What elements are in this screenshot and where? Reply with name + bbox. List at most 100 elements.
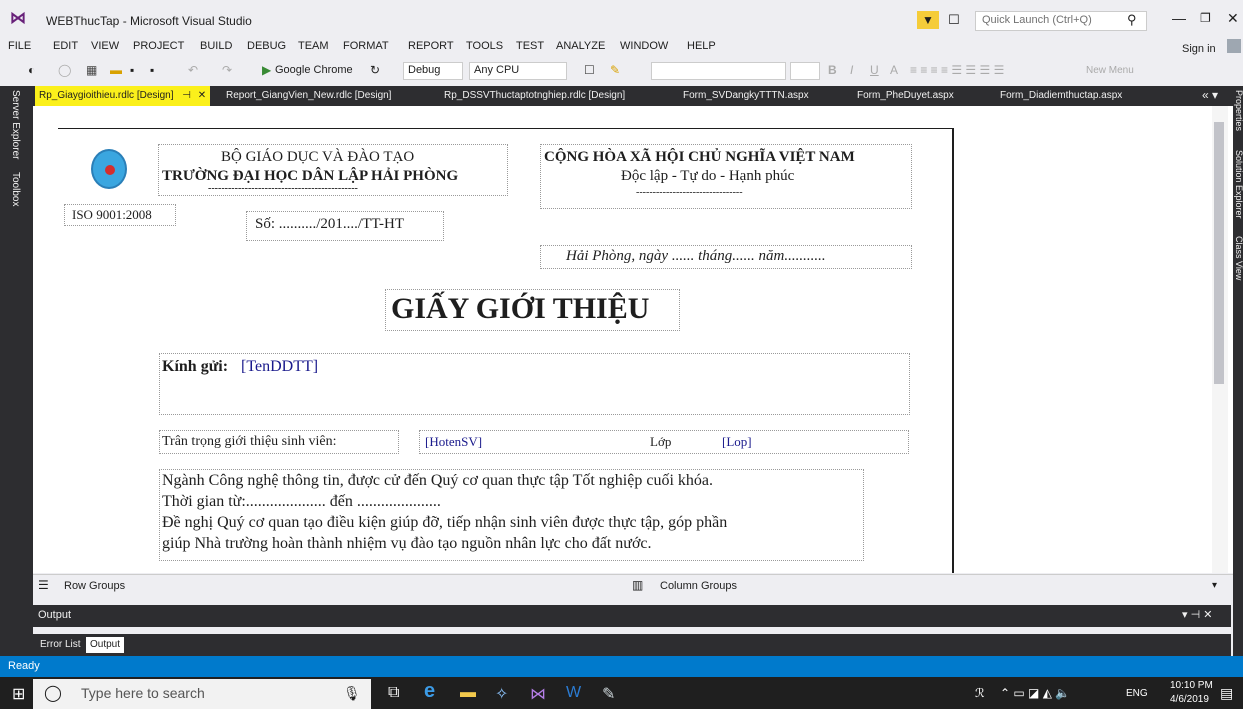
pin-icon[interactable]: ⊣ bbox=[182, 90, 191, 101]
student-field: [HotenSV] bbox=[425, 434, 483, 449]
menu-window[interactable]: WINDOW bbox=[620, 40, 668, 52]
row-groups-label[interactable]: Row Groups bbox=[64, 580, 125, 592]
people-icon[interactable]: ℛ bbox=[975, 686, 985, 700]
body-line-4: giúp Nhà trường hoàn thành nhiệm vụ đào … bbox=[162, 535, 652, 552]
paint-icon[interactable]: ✎ bbox=[602, 684, 615, 704]
menu-report[interactable]: REPORT bbox=[408, 40, 454, 52]
close-button[interactable]: ✕ bbox=[1227, 10, 1239, 27]
find-icon[interactable]: ☐ bbox=[584, 63, 595, 77]
menu-team[interactable]: TEAM bbox=[298, 40, 329, 52]
new-project-icon[interactable]: ▦ bbox=[86, 63, 97, 77]
start-debug-icon[interactable]: ▶ bbox=[262, 63, 271, 77]
align-icons[interactable]: ≡ ≡ ≡ ≡ ☰ ☰ ☰ ☰ bbox=[910, 63, 1004, 77]
edge-browser-icon[interactable]: e bbox=[424, 680, 435, 703]
task-view-icon[interactable]: ⧉ bbox=[388, 684, 399, 702]
language-indicator[interactable]: ENG bbox=[1126, 688, 1148, 699]
open-folder-icon[interactable]: ▬ bbox=[110, 63, 122, 77]
microphone-icon[interactable]: 🎙 bbox=[343, 685, 361, 702]
font-color-icon[interactable]: A bbox=[890, 63, 898, 77]
sign-in-link[interactable]: Sign in bbox=[1182, 43, 1216, 55]
menu-view[interactable]: VIEW bbox=[91, 40, 119, 52]
toolbox-tab[interactable]: Toolbox bbox=[10, 172, 21, 206]
notification-filter-icon[interactable]: ▼ bbox=[917, 11, 939, 29]
restore-button[interactable]: ❐ bbox=[1200, 11, 1211, 25]
tab-close-icon[interactable]: ✕ bbox=[198, 90, 206, 101]
menu-debug[interactable]: DEBUG bbox=[247, 40, 286, 52]
platform-select[interactable]: Any CPU bbox=[469, 62, 567, 80]
class-view-tab[interactable]: Class View bbox=[1234, 236, 1243, 280]
school-logo bbox=[91, 149, 127, 189]
tab-form-svdangky[interactable]: Form_SVDangkyTTTN.aspx bbox=[679, 86, 813, 106]
back-icon[interactable]: ◐ bbox=[28, 63, 35, 77]
menu-analyze[interactable]: ANALYZE bbox=[556, 40, 605, 52]
menu-project[interactable]: PROJECT bbox=[133, 40, 184, 52]
font-name-select[interactable] bbox=[651, 62, 786, 80]
school-rule: ----------------------------------------… bbox=[208, 183, 358, 194]
app-icon[interactable]: ✧ bbox=[495, 684, 508, 704]
undo-icon[interactable]: ↶ bbox=[188, 63, 198, 77]
taskbar-search-box[interactable]: Type here to search bbox=[33, 679, 371, 709]
properties-tab[interactable]: Properties bbox=[1234, 90, 1243, 131]
menu-tools[interactable]: TOOLS bbox=[466, 40, 503, 52]
menu-format[interactable]: FORMAT bbox=[343, 40, 389, 52]
menu-build[interactable]: BUILD bbox=[200, 40, 232, 52]
minimize-button[interactable]: — bbox=[1172, 10, 1186, 26]
visual-studio-taskbar-icon[interactable]: ⋈ bbox=[530, 684, 546, 704]
feedback-icon[interactable]: ☐ bbox=[944, 11, 964, 29]
file-explorer-icon[interactable]: ▬ bbox=[460, 684, 476, 702]
groups-dropdown-icon[interactable]: ▾ bbox=[1212, 580, 1217, 591]
tab-rp-giaygioithieu[interactable]: Rp_Giaygioithieu.rdlc [Design] ⊣ ✕ bbox=[35, 86, 211, 106]
class-field: [Lop] bbox=[722, 434, 752, 449]
column-groups-label[interactable]: Column Groups bbox=[660, 580, 737, 592]
word-icon[interactable]: W bbox=[566, 684, 581, 702]
tab-form-diadiem[interactable]: Form_Diadiemthuctap.aspx bbox=[996, 86, 1126, 106]
browser-selector[interactable]: Google Chrome bbox=[275, 64, 353, 76]
tray-icons[interactable]: ⌃ ▭ ◪ ◭ 🔈 bbox=[1000, 686, 1070, 700]
quick-launch-input[interactable]: Quick Launch (Ctrl+Q) bbox=[975, 11, 1147, 31]
scrollbar-thumb[interactable] bbox=[1214, 122, 1224, 384]
italic-icon[interactable]: I bbox=[850, 63, 853, 77]
edit-icon[interactable]: ✎ bbox=[610, 63, 620, 77]
action-center-icon[interactable]: ▤ bbox=[1220, 685, 1233, 702]
output-body bbox=[33, 627, 1231, 634]
output-title: Output bbox=[38, 609, 72, 621]
server-explorer-tab[interactable]: Server Explorer bbox=[10, 90, 21, 159]
font-size-select[interactable] bbox=[790, 62, 820, 80]
menu-file[interactable]: FILE bbox=[8, 40, 31, 52]
clock-time[interactable]: 10:10 PM bbox=[1170, 680, 1213, 691]
windows-start-icon[interactable]: ⊞ bbox=[12, 684, 25, 704]
menu-edit[interactable]: EDIT bbox=[53, 40, 78, 52]
tab-output[interactable]: Output bbox=[86, 637, 125, 653]
new-menu-dropdown[interactable]: New Menu bbox=[1086, 65, 1134, 76]
account-icon[interactable] bbox=[1227, 39, 1241, 53]
tab-label: Rp_Giaygioithieu.rdlc [Design] bbox=[39, 90, 174, 101]
document-number: Số: ........../201..../TT-HT bbox=[255, 216, 405, 232]
intro-label: Trân trọng giới thiệu sinh viên: bbox=[162, 434, 337, 449]
tab-report-giangvien[interactable]: Report_GiangVien_New.rdlc [Design] bbox=[222, 86, 395, 106]
output-window-controls[interactable]: ▾ ⊣ ✕ bbox=[1182, 608, 1212, 621]
iso-label: ISO 9001:2008 bbox=[72, 207, 152, 222]
row-groups-icon: ☰ bbox=[38, 578, 49, 592]
save-all-icon[interactable]: ▪ bbox=[150, 63, 154, 77]
tab-form-pheduyet[interactable]: Form_PheDuyet.aspx bbox=[853, 86, 958, 106]
search-icon[interactable]: ⚲ bbox=[1127, 12, 1137, 28]
motto: Độc lập - Tự do - Hạnh phúc bbox=[621, 168, 795, 184]
underline-icon[interactable]: U bbox=[870, 63, 879, 77]
bold-icon[interactable]: B bbox=[828, 63, 837, 77]
tab-rp-dssv[interactable]: Rp_DSSVThuctaptotnghiep.rdlc [Design] bbox=[440, 86, 629, 106]
menu-test[interactable]: TEST bbox=[516, 40, 544, 52]
clock-date[interactable]: 4/6/2019 bbox=[1170, 694, 1209, 705]
column-groups-icon: ▥ bbox=[632, 578, 644, 592]
menu-help[interactable]: HELP bbox=[687, 40, 716, 52]
forward-icon[interactable]: ◯ bbox=[58, 63, 71, 77]
body-line-1: Ngành Công nghệ thông tin, được cử đến Q… bbox=[162, 472, 713, 489]
tab-overflow-icon[interactable]: « ▾ bbox=[1202, 88, 1218, 102]
save-icon[interactable]: ▪ bbox=[130, 63, 134, 77]
status-text: Ready bbox=[8, 660, 40, 672]
motto-rule: -------------------------------- bbox=[636, 187, 743, 198]
tab-error-list[interactable]: Error List bbox=[36, 637, 85, 653]
configuration-select[interactable]: Debug bbox=[403, 62, 463, 80]
refresh-icon[interactable]: ↻ bbox=[370, 63, 380, 77]
redo-icon[interactable]: ↷ bbox=[222, 63, 232, 77]
solution-explorer-tab[interactable]: Solution Explorer bbox=[1234, 150, 1243, 219]
